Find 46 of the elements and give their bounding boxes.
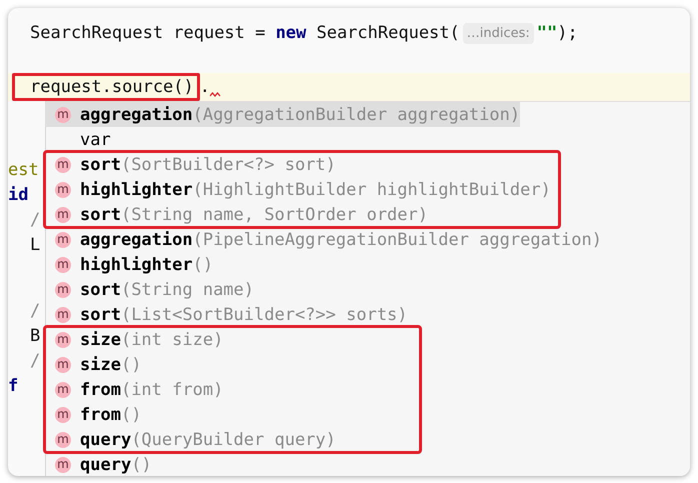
code-text: f <box>8 375 20 398</box>
code-text: ); <box>557 23 578 43</box>
completion-item[interactable]: m sort(String name, SortOrder order) <box>45 202 551 227</box>
code-text: / <box>29 350 42 373</box>
completion-item[interactable]: m query(QueryBuilder query) <box>45 427 412 452</box>
method-icon: m <box>55 382 71 398</box>
method-icon: m <box>55 156 71 172</box>
completion-item[interactable]: m size(int size) <box>45 327 412 352</box>
method-icon: m <box>55 256 71 272</box>
code-text: id <box>8 184 30 207</box>
completion-item[interactable]: m sort(String name) <box>45 277 602 302</box>
completion-item[interactable]: m highlighter() <box>45 252 602 277</box>
completion-item[interactable]: m aggregation(AggregationBuilder aggregation) <box>45 102 520 127</box>
string-literal: "" <box>536 23 558 43</box>
completion-item[interactable]: m highlighter(HighlightBuilder highlightBuilder) <box>45 177 551 202</box>
completion-item[interactable]: m aggregation(PipelineAggregationBuilder aggregation) <box>45 227 602 252</box>
code-text: . <box>200 77 210 97</box>
parameter-hint: …indices: <box>462 22 534 44</box>
code-text: B <box>29 325 42 348</box>
code-text: / <box>29 209 42 232</box>
method-icon: m <box>55 406 71 422</box>
method-icon: m <box>55 282 71 298</box>
code-text: request.source() <box>12 73 200 101</box>
code-text: SearchRequest <box>30 23 164 43</box>
method-icon: m <box>55 206 71 222</box>
completion-item[interactable]: m from() <box>45 402 412 427</box>
code-text: request = <box>173 23 266 43</box>
method-icon: m <box>55 182 71 198</box>
method-icon: m <box>55 306 71 322</box>
method-icon: m <box>55 432 71 448</box>
completion-item[interactable]: m sort(SortBuilder<?> sort) <box>45 152 551 177</box>
method-icon: m <box>55 106 71 122</box>
method-icon: m <box>55 232 71 248</box>
method-icon: m <box>55 456 71 472</box>
completion-item[interactable]: m query() <box>45 452 152 476</box>
code-text: / <box>29 300 42 323</box>
completion-item[interactable]: m from(int from) <box>45 377 412 402</box>
code-text: SearchRequest( <box>316 23 460 43</box>
completion-item[interactable]: m sort(List<SortBuilder<?>> sorts) <box>45 302 602 327</box>
code-text: est <box>8 159 40 182</box>
completion-item[interactable]: var <box>45 127 520 152</box>
method-icon: m <box>55 356 71 372</box>
keyword: new <box>276 23 306 43</box>
code-text: L <box>29 234 42 257</box>
method-icon: m <box>55 332 71 348</box>
completion-item[interactable]: m size() <box>45 352 412 377</box>
